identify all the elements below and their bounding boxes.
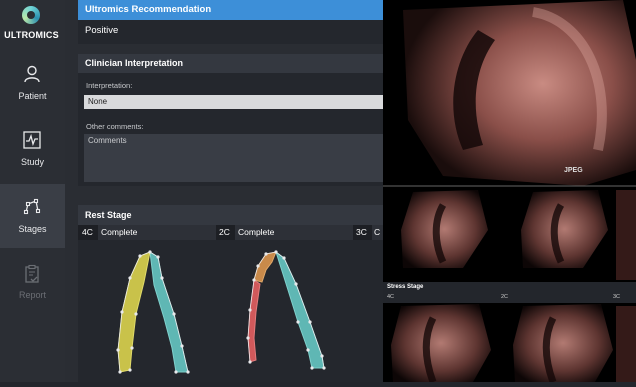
clipboard-check-icon — [25, 264, 39, 283]
jpeg-watermark: JPEG — [564, 167, 583, 174]
bullseye-segment-models — [116, 250, 326, 374]
sidebar-item-label: Report — [18, 290, 46, 300]
ultromics-logo-icon — [22, 6, 40, 24]
recommendation-header: Ultromics Recommendation — [78, 0, 383, 20]
sidebar-item-patient[interactable]: Patient — [0, 52, 65, 116]
segment-model-4c — [116, 250, 190, 374]
ultrasound-stress-thumbnails — [391, 304, 636, 382]
rest-stage-header: Rest Stage — [78, 205, 383, 225]
other-comments-label: Other comments: — [86, 122, 144, 131]
segment-2c-inferior — [275, 250, 325, 369]
echocardiogram-images — [383, 0, 636, 382]
sidebar-item-label: Patient — [18, 91, 47, 101]
sidebar-item-report: Report — [0, 252, 65, 316]
heartbeat-chart-icon — [23, 131, 41, 149]
view-status-2c: Complete — [238, 227, 275, 237]
segment-diagrams — [78, 240, 383, 382]
app-logo: ULTROMICS — [0, 0, 65, 52]
segment-4c-lateral — [149, 251, 189, 373]
sidebar-item-label: Stages — [18, 224, 47, 234]
view-status-cell[interactable]: Complete — [98, 225, 216, 240]
ultrasound-rest-thumbnails — [401, 190, 636, 280]
view-code-4c: 4C — [82, 227, 93, 237]
interpretation-select[interactable]: None — [84, 95, 383, 109]
view-code-2c: 2C — [219, 227, 230, 237]
clinician-interpretation-header: Clinician Interpretation — [78, 54, 383, 73]
rest-stage-views-row: 4C Complete 2C Complete 3C C — [78, 225, 383, 240]
view-code-3c: 3C — [356, 227, 367, 237]
logo-text: ULTROMICS — [4, 30, 59, 40]
ultrasound-viewer: JPEG Stress Stage 4C 2C 3C — [383, 0, 636, 382]
stages-nodes-icon — [23, 198, 41, 215]
stress-stage-title: Stress Stage — [387, 284, 424, 290]
recommendation-value: Positive — [78, 20, 383, 44]
segment-2c-anterior — [247, 279, 261, 363]
stress-view-4c: 4C — [387, 294, 395, 300]
segment-model-2c — [246, 250, 326, 370]
stress-view-2c: 2C — [501, 294, 509, 300]
view-status-3c: C — [374, 227, 381, 237]
sidebar-item-stages[interactable]: Stages — [0, 184, 65, 248]
ultrasound-main-frame — [383, 0, 636, 187]
sidebar: ULTROMICS Patient Study Stages Report — [0, 0, 65, 382]
view-status-cell[interactable]: C — [372, 225, 383, 240]
main-panel: Ultromics Recommendation Positive Clinic… — [65, 0, 383, 382]
comments-textarea[interactable]: Comments — [84, 134, 383, 182]
sidebar-item-label: Study — [20, 157, 44, 167]
stress-view-3c: 3C — [613, 294, 621, 300]
person-icon — [24, 65, 40, 83]
view-status-4c: Complete — [101, 227, 138, 237]
view-status-cell[interactable]: Complete — [235, 225, 353, 240]
sidebar-item-study[interactable]: Study — [0, 118, 65, 182]
interpretation-label: Interpretation: — [86, 81, 133, 90]
